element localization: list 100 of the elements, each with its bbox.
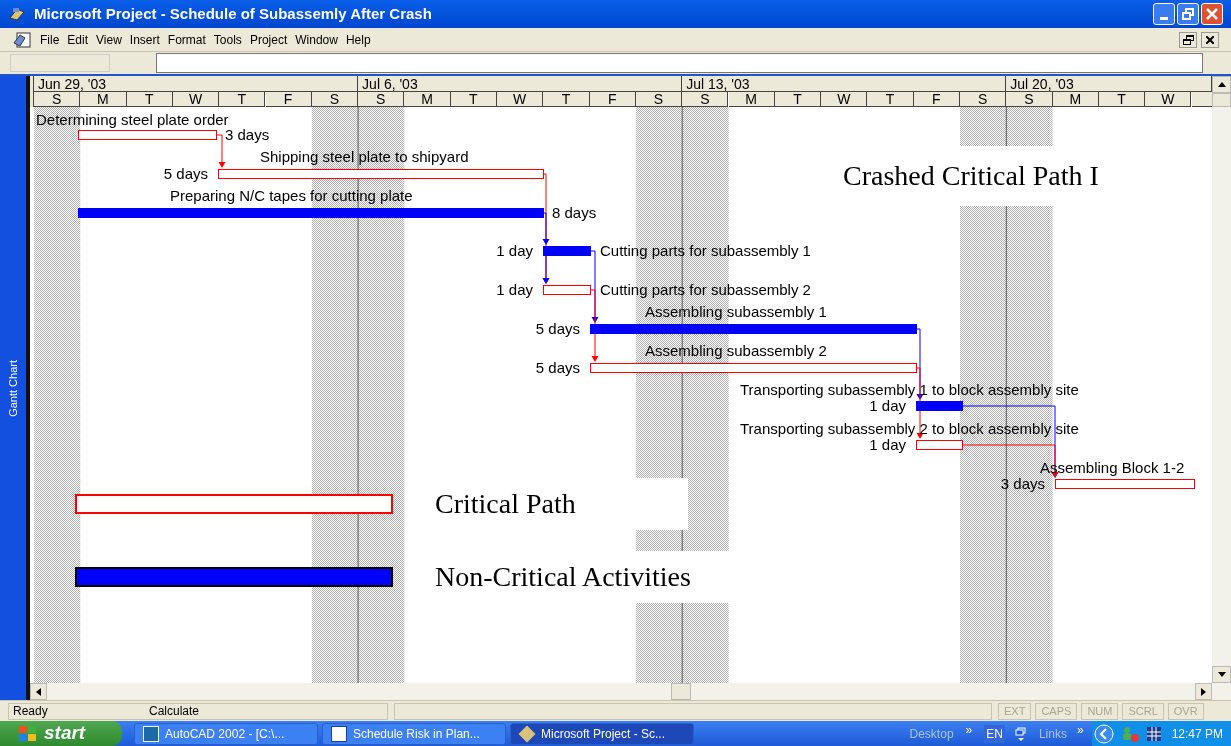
- day-header: W: [821, 92, 868, 107]
- day-header: T: [219, 92, 266, 107]
- day-header: S: [682, 92, 729, 107]
- day-header: W: [497, 92, 544, 107]
- scroll-right-button[interactable]: [1195, 683, 1212, 700]
- task-bar[interactable]: [218, 169, 544, 179]
- week-header: Jul 6, '03: [358, 76, 683, 92]
- task-name: Transporting subassembly 2 to block assembly site: [740, 420, 1079, 438]
- legend-label: Critical Path: [435, 487, 576, 521]
- task-bar[interactable]: [590, 363, 917, 373]
- scroll-up-button[interactable]: [1212, 76, 1231, 93]
- restore-button[interactable]: [1177, 3, 1199, 25]
- week-header: Jul 13, '03: [682, 76, 1007, 92]
- up-arrow-icon: [1217, 82, 1226, 87]
- day-header: S: [1006, 92, 1053, 107]
- dependency-arrow: [215, 134, 226, 168]
- task-name: Shipping steel plate to shipyard: [260, 148, 469, 166]
- toolbar-chevron[interactable]: »: [965, 720, 973, 739]
- menu-item[interactable]: Edit: [63, 30, 93, 49]
- day-header: M: [404, 92, 451, 107]
- duration-label: 1 day: [869, 397, 906, 415]
- menu-item[interactable]: File: [36, 30, 64, 49]
- minimize-button[interactable]: [1153, 3, 1175, 25]
- down-arrow-icon: [1217, 672, 1226, 677]
- grid-icon[interactable]: [1145, 725, 1162, 742]
- status-text: Ready: [13, 703, 49, 720]
- horizontal-scroll-thumb[interactable]: [671, 683, 691, 700]
- menu-item[interactable]: Help: [341, 30, 375, 49]
- duration-label: 1 day: [496, 242, 533, 260]
- day-header: M: [80, 92, 127, 107]
- menu-item[interactable]: Insert: [125, 30, 164, 49]
- week-header: Jun 29, '03: [34, 76, 359, 92]
- close-button[interactable]: [1201, 3, 1223, 25]
- task-name: Assembling subassembly 2: [645, 342, 827, 360]
- day-header: T: [867, 92, 914, 107]
- right-arrow-icon: [1201, 687, 1206, 696]
- taskbar-button[interactable]: Schedule Risk in Plan...: [322, 722, 506, 745]
- day-header: F: [913, 92, 960, 107]
- header-cell: [1191, 92, 1212, 107]
- day-header: S: [311, 92, 359, 107]
- day-header: W: [172, 92, 220, 107]
- windows-logo-icon: [18, 724, 38, 743]
- collapse-icon[interactable]: [1093, 723, 1114, 744]
- close-icon: [1206, 8, 1218, 20]
- duration-label: 8 days: [552, 204, 597, 222]
- document-icon[interactable]: [12, 30, 32, 49]
- task-bar[interactable]: [78, 130, 217, 140]
- week-header: Jul 20, '03: [1006, 76, 1212, 92]
- day-header: S: [635, 92, 683, 107]
- status-indicator: EXT: [998, 702, 1032, 720]
- language-indicator[interactable]: EN: [984, 724, 1005, 743]
- menu-item[interactable]: Window: [291, 30, 342, 49]
- duration-label: 1 day: [869, 436, 906, 454]
- status-indicator: OVR: [1167, 702, 1204, 720]
- day-header: W: [1145, 92, 1192, 107]
- task-bar[interactable]: [1055, 479, 1195, 489]
- start-button[interactable]: start: [0, 721, 122, 746]
- close-window-button[interactable]: [1201, 31, 1219, 48]
- day-header: S: [960, 92, 1007, 107]
- day-header: M: [1052, 92, 1099, 107]
- day-header: S: [358, 92, 405, 107]
- task-name: Assembling subassembly 1: [645, 303, 827, 321]
- window-title: Microsoft Project - Schedule of Subassemly After Crash: [34, 3, 432, 24]
- word-document-icon: [331, 725, 347, 742]
- annotation-text: Crashed Critical Path I: [843, 159, 1099, 193]
- duration-label: 5 days: [163, 165, 208, 183]
- duration-label: 3 days: [1000, 475, 1045, 493]
- task-name: Cutting parts for subassembly 2: [600, 281, 811, 299]
- task-name: Cutting parts for subassembly 1: [600, 242, 811, 260]
- taskbar-button[interactable]: AutoCAD 2002 - [C:\...: [134, 722, 318, 745]
- restore-window-button[interactable]: [1179, 31, 1197, 48]
- windows-icon[interactable]: [1014, 726, 1027, 741]
- menu-item[interactable]: Format: [163, 30, 210, 49]
- menu-item[interactable]: View: [92, 30, 126, 49]
- menu-item[interactable]: Tools: [209, 30, 246, 49]
- toolbar-chevron[interactable]: »: [1076, 720, 1084, 739]
- duration-label: 5 days: [535, 359, 580, 377]
- day-header: T: [1098, 92, 1146, 107]
- left-arrow-icon: [36, 687, 41, 696]
- task-bar[interactable]: [543, 285, 591, 295]
- taskbar-button[interactable]: Microsoft Project - Sc...: [510, 722, 694, 745]
- day-header: T: [543, 92, 590, 107]
- status-message: Calculate: [149, 703, 200, 720]
- scroll-down-button[interactable]: [1212, 666, 1231, 683]
- view-label[interactable]: Gantt Chart: [4, 359, 22, 417]
- task-name: Determining steel plate order: [36, 111, 229, 129]
- duration-label: 3 days: [225, 126, 270, 144]
- close-icon: [1206, 35, 1214, 44]
- project-app-icon: [8, 6, 26, 22]
- menu-item[interactable]: Project: [245, 30, 292, 49]
- entry-field[interactable]: [156, 53, 1203, 73]
- header-cell: [30, 76, 34, 107]
- day-header: F: [265, 92, 312, 107]
- task-name: Preparing N/C tapes for cutting plate: [170, 187, 413, 205]
- status-indicator: SCRL: [1122, 702, 1164, 720]
- day-header: T: [450, 92, 497, 107]
- task-bar[interactable]: [916, 440, 963, 450]
- scroll-thumb[interactable]: [1212, 93, 1231, 107]
- day-header: F: [589, 92, 636, 107]
- scroll-left-button[interactable]: [30, 683, 47, 700]
